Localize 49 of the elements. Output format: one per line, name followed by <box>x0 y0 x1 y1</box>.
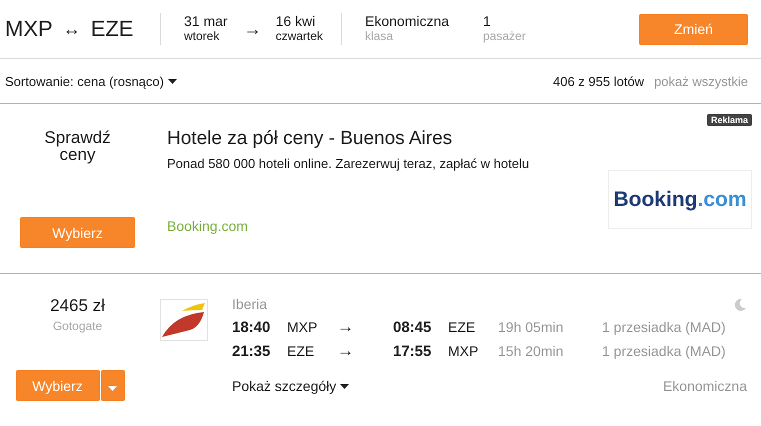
show-all-link[interactable]: pokaż wszystkie <box>654 74 748 88</box>
round-trip-arrow: ↔ <box>62 18 81 40</box>
leg-arrow: → <box>337 317 355 337</box>
passenger-count: 1 <box>483 14 492 29</box>
destination-code: EZE <box>90 16 134 42</box>
caret-icon <box>168 78 177 84</box>
airline-logo <box>160 299 208 341</box>
check-prices-text: Sprawdź ceny <box>43 129 112 166</box>
result-count: 406 z 955 lotów <box>553 74 644 88</box>
ad-title[interactable]: Hotele za pół ceny - Buenos Aires <box>167 128 602 150</box>
cabin-class-label: klasa <box>365 29 394 44</box>
arrival-time: 17:55 <box>393 342 432 360</box>
airline-name: Iberia <box>232 296 268 312</box>
ad-badge: Reklama <box>706 114 752 126</box>
cabin-class: Ekonomiczna <box>365 14 450 29</box>
moon-icon <box>734 298 747 310</box>
caret-icon <box>340 384 350 388</box>
departure-time: 21:35 <box>232 342 272 360</box>
booking-logo: Booking.com <box>608 170 752 229</box>
flight-duration: 15h 20min <box>498 343 564 359</box>
airport-code: MXP <box>287 319 318 335</box>
stops-info: 1 przesiadka (MAD) <box>602 343 726 359</box>
leg-arrow: → <box>337 341 355 361</box>
cabin-class: Ekonomiczna <box>662 378 747 394</box>
date-arrow: → <box>244 18 262 40</box>
origin-code: MXP <box>5 16 53 42</box>
sort-dropdown[interactable]: Sortowanie: cena (rosnąco) <box>5 74 553 88</box>
airport-code: EZE <box>448 319 476 335</box>
return-day: czwartek <box>276 29 323 44</box>
departure-time: 18:40 <box>232 318 272 336</box>
depart-date: 31 mar <box>184 14 228 29</box>
change-button[interactable]: Zmień <box>639 14 748 44</box>
ad-description: Ponad 580 000 hoteli online. Zarezerwuj teraz, zapłać w hotelu <box>167 156 530 171</box>
arrival-time: 08:45 <box>393 318 432 336</box>
show-details-link[interactable]: Pokaż szczegóły <box>232 378 350 394</box>
airport-code: MXP <box>448 343 480 359</box>
depart-day: wtorek <box>184 29 228 44</box>
airport-code: EZE <box>287 343 316 359</box>
caret-icon <box>108 386 117 390</box>
return-date: 16 kwi <box>276 14 316 29</box>
dropdown-button[interactable] <box>100 370 124 401</box>
ad-link[interactable]: Booking.com <box>167 218 602 234</box>
flight-duration: 19h 05min <box>498 319 564 335</box>
select-button[interactable]: Wybierz <box>16 370 100 401</box>
passenger-label: pasażer <box>483 29 527 44</box>
select-button[interactable]: Wybierz <box>20 217 135 248</box>
seller-name: Gotogate <box>52 319 102 333</box>
stops-info: 1 przesiadka (MAD) <box>602 319 726 335</box>
price: 2465 zł <box>50 296 105 316</box>
